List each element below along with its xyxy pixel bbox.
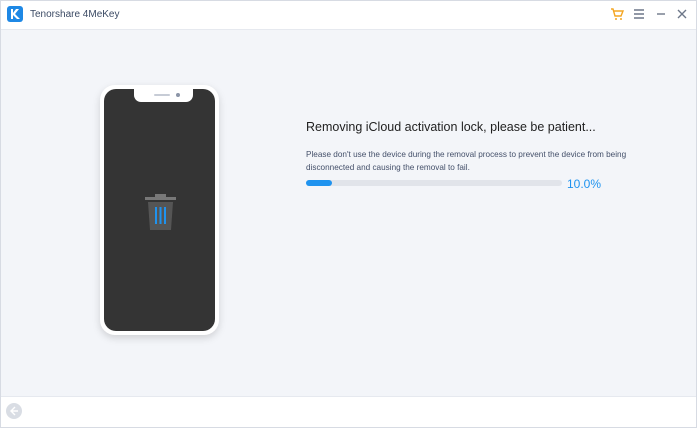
phone-screen: [104, 89, 215, 331]
cart-icon[interactable]: [610, 7, 625, 21]
phone-illustration: [100, 85, 219, 335]
status-heading: Removing iCloud activation lock, please …: [306, 120, 596, 134]
app-logo-icon: [7, 6, 23, 22]
phone-speaker: [154, 94, 170, 96]
phone-notch: [134, 89, 193, 102]
back-arrow-icon[interactable]: [6, 403, 22, 419]
progress-percentage: 10.0%: [567, 177, 602, 191]
trash-icon: [143, 194, 178, 232]
status-description: Please don't use the device during the r…: [306, 150, 627, 172]
progress-fill: [306, 180, 332, 186]
title-bar: Tenorshare 4MeKey: [1, 1, 696, 30]
footer-bar: [1, 396, 696, 427]
close-icon[interactable]: [675, 7, 689, 21]
menu-icon[interactable]: [632, 7, 646, 21]
minimize-icon[interactable]: [654, 7, 668, 21]
app-window: Tenorshare 4MeKey Removing iCloud activa…: [0, 0, 697, 428]
progress-bar: [306, 180, 562, 186]
phone-camera: [176, 93, 180, 97]
app-title: Tenorshare 4MeKey: [30, 9, 120, 20]
